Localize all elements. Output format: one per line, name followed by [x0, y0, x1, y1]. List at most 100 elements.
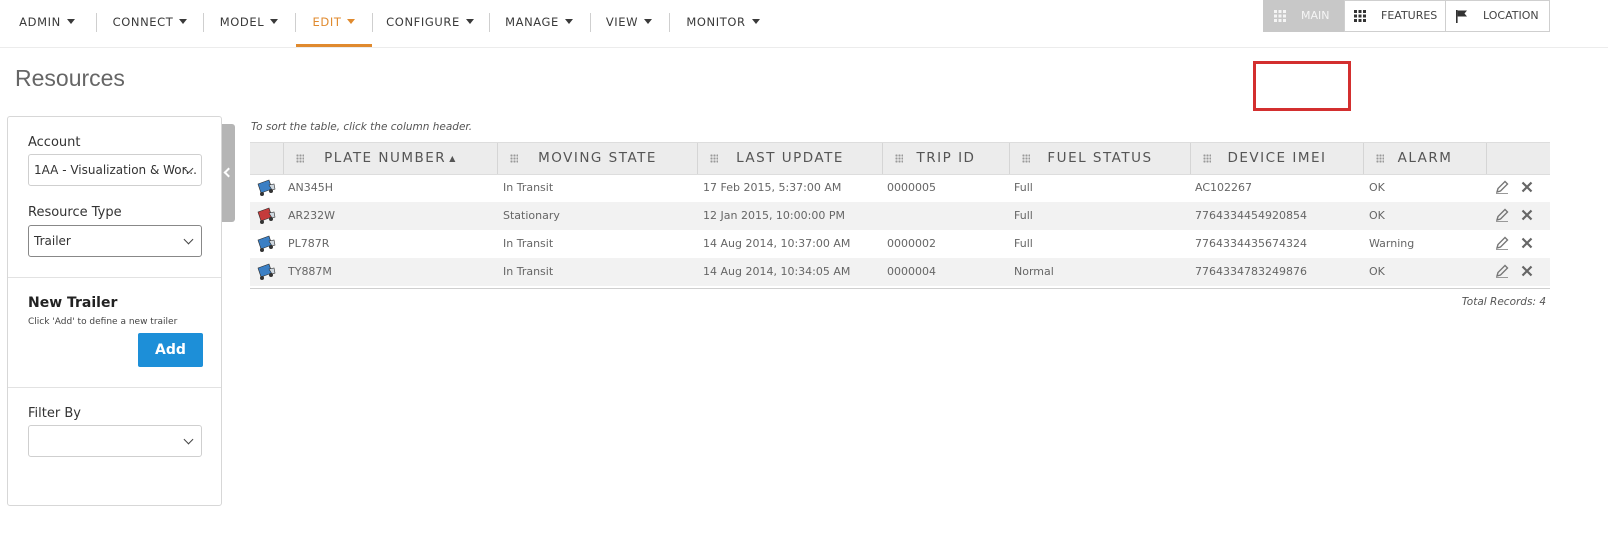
resource-type-label: Resource Type — [28, 205, 122, 220]
nav-separator — [590, 13, 591, 32]
nav-separator — [203, 13, 204, 32]
drag-handle-icon[interactable] — [1022, 154, 1030, 163]
edit-pencil-icon[interactable] — [1494, 235, 1510, 251]
trip-id-cell: 0000002 — [887, 237, 936, 250]
nav-separator — [372, 13, 373, 32]
chevron-down-icon — [183, 434, 194, 445]
moving-state-cell: Stationary — [503, 209, 560, 222]
new-trailer-hint: Click 'Add' to define a new trailer — [28, 317, 178, 327]
nav-separator — [669, 13, 670, 32]
plate-number-cell: AN345H — [288, 181, 334, 194]
delete-x-icon[interactable] — [1519, 235, 1535, 251]
column-header-alarm[interactable]: ALARM — [1364, 143, 1487, 174]
drag-handle-icon[interactable] — [296, 154, 304, 163]
device-imei-cell: 7764334435674324 — [1195, 237, 1307, 250]
drag-handle-icon[interactable] — [895, 154, 903, 163]
device-imei-cell: 7764334454920854 — [1195, 209, 1307, 222]
nav-edit[interactable]: EDIT — [296, 0, 372, 47]
edit-pencil-icon[interactable] — [1494, 263, 1510, 279]
caret-down-icon — [564, 19, 573, 24]
nav-admin[interactable]: ADMIN — [14, 0, 80, 45]
alarm-cell: Warning — [1369, 237, 1415, 250]
chevron-left-icon — [223, 167, 234, 178]
account-label: Account — [28, 135, 81, 150]
nav-connect[interactable]: CONNECT — [112, 0, 188, 45]
fuel-status-cell: Full — [1014, 237, 1033, 250]
truck-icon — [257, 207, 276, 224]
caret-down-icon — [644, 19, 653, 24]
column-header-trip-id[interactable]: TRIP ID — [883, 143, 1010, 174]
device-imei-cell: AC102267 — [1195, 181, 1253, 194]
main-view-button[interactable]: MAIN — [1263, 0, 1345, 32]
truck-icon — [257, 235, 276, 252]
add-button[interactable]: Add — [138, 333, 203, 367]
location-view-button[interactable]: LOCATION — [1445, 0, 1550, 32]
device-imei-cell: 7764334783249876 — [1195, 265, 1307, 278]
column-header-plate-number[interactable]: PLATE NUMBER ▲ — [284, 143, 498, 174]
alarm-cell: OK — [1369, 181, 1385, 194]
grid-icon — [1274, 10, 1286, 22]
column-header-last-update[interactable]: LAST UPDATE — [698, 143, 883, 174]
collapse-sidebar-button[interactable] — [222, 124, 235, 222]
table-row[interactable]: PL787R In Transit 14 Aug 2014, 10:37:00 … — [250, 230, 1550, 258]
last-update-cell: 14 Aug 2014, 10:37:00 AM — [703, 237, 851, 250]
table-row[interactable]: AN345H In Transit 17 Feb 2015, 5:37:00 A… — [250, 174, 1550, 202]
delete-x-icon[interactable] — [1519, 263, 1535, 279]
drag-handle-icon[interactable] — [1376, 154, 1384, 163]
table-row[interactable]: TY887M In Transit 14 Aug 2014, 10:34:05 … — [250, 258, 1550, 286]
truck-icon — [257, 179, 276, 196]
last-update-cell: 14 Aug 2014, 10:34:05 AM — [703, 265, 851, 278]
last-update-cell: 12 Jan 2015, 10:00:00 PM — [703, 209, 845, 222]
highlight-box — [1253, 61, 1351, 111]
nav-separator — [489, 13, 490, 32]
moving-state-cell: In Transit — [503, 265, 554, 278]
features-view-label: FEATURES — [1381, 9, 1438, 22]
main-view-label: MAIN — [1301, 9, 1330, 22]
chevron-down-icon — [183, 234, 194, 245]
drag-handle-icon[interactable] — [510, 154, 518, 163]
nav-manage[interactable]: MANAGE — [503, 0, 575, 45]
nav-configure[interactable]: CONFIGURE — [386, 0, 474, 45]
column-header-moving-state[interactable]: MOVING STATE — [498, 143, 698, 174]
filter-by-label: Filter By — [28, 406, 81, 421]
edit-pencil-icon[interactable] — [1494, 179, 1510, 195]
features-view-button[interactable]: FEATURES — [1344, 0, 1446, 32]
page-title: Resources — [15, 65, 125, 91]
caret-down-icon — [179, 19, 188, 24]
divider — [8, 277, 221, 278]
delete-x-icon[interactable] — [1519, 207, 1535, 223]
nav-monitor[interactable]: MONITOR — [684, 0, 762, 45]
trip-id-cell: 0000004 — [887, 265, 936, 278]
filter-by-select[interactable] — [28, 425, 202, 457]
drag-handle-icon[interactable] — [710, 154, 718, 163]
icon-column-header — [250, 143, 284, 174]
column-header-fuel-status[interactable]: FUEL STATUS — [1010, 143, 1191, 174]
plate-number-cell: TY887M — [288, 265, 332, 278]
table-row[interactable]: AR232W Stationary 12 Jan 2015, 10:00:00 … — [250, 202, 1550, 230]
caret-down-icon — [465, 19, 474, 24]
column-header-device-imei[interactable]: DEVICE IMEI — [1191, 143, 1364, 174]
drag-handle-icon[interactable] — [1203, 154, 1211, 163]
table-header: PLATE NUMBER ▲ MOVING STATE LAST UPDATE T… — [250, 142, 1550, 175]
total-records: Total Records: 4 — [1461, 296, 1546, 308]
new-trailer-heading: New Trailer — [28, 295, 118, 311]
alarm-cell: OK — [1369, 265, 1385, 278]
nav-model[interactable]: MODEL — [218, 0, 280, 45]
flag-icon — [1456, 10, 1467, 23]
sort-hint: To sort the table, click the column head… — [251, 121, 473, 133]
caret-down-icon — [66, 19, 75, 24]
moving-state-cell: In Transit — [503, 237, 554, 250]
edit-pencil-icon[interactable] — [1494, 207, 1510, 223]
caret-down-icon — [751, 19, 760, 24]
account-select[interactable]: 1AA - Visualization & Wor... — [28, 154, 202, 186]
table-bottom-border — [250, 288, 1550, 289]
fuel-status-cell: Full — [1014, 209, 1033, 222]
fuel-status-cell: Normal — [1014, 265, 1054, 278]
resource-type-select[interactable]: Trailer — [28, 225, 202, 257]
nav-view[interactable]: VIEW — [603, 0, 655, 45]
delete-x-icon[interactable] — [1519, 179, 1535, 195]
sort-ascending-icon: ▲ — [449, 154, 457, 163]
sidebar-panel: Account 1AA - Visualization & Wor... Res… — [7, 116, 222, 506]
plate-number-cell: AR232W — [288, 209, 336, 222]
account-value: 1AA - Visualization & Wor... — [34, 163, 197, 177]
